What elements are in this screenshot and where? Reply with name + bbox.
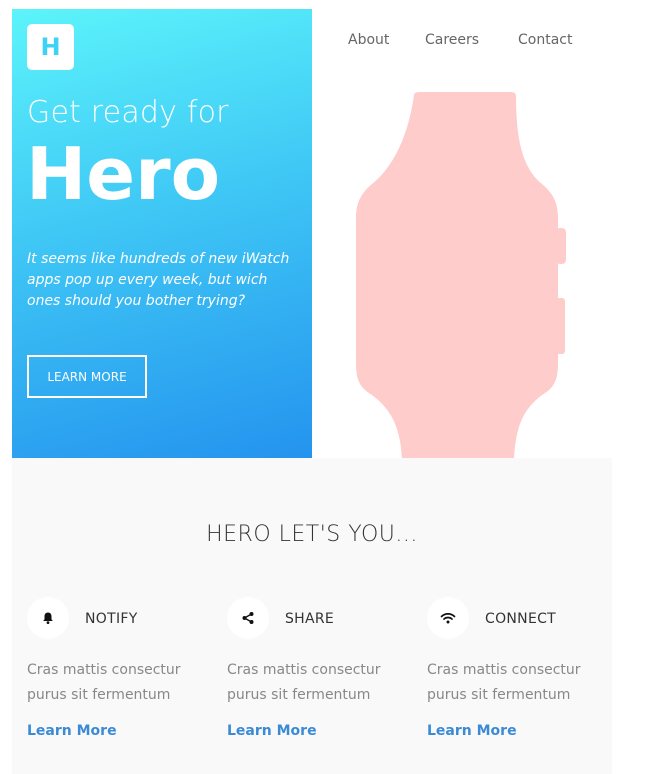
hero-description: It seems like hundreds of new iWatch app… <box>27 251 290 309</box>
feature-label: SHARE <box>285 611 335 627</box>
nav-contact[interactable]: Contact <box>518 32 572 48</box>
feature-label: NOTIFY <box>85 611 138 627</box>
bell-icon <box>27 597 69 639</box>
features-section: HERO LET'S YOU... NOTIFY Cras mattis con… <box>12 458 612 774</box>
hero-panel: H Get ready for Hero It seems like hundr… <box>12 9 312 458</box>
hero-pretitle: Get ready for <box>27 95 229 130</box>
features-title: HERO LET'S YOU... <box>206 522 418 547</box>
watch-body <box>356 92 558 458</box>
feature-learn-more-link[interactable]: Learn More <box>27 723 117 739</box>
learn-more-button[interactable]: LEARN MORE <box>27 355 147 398</box>
wifi-icon <box>427 597 469 639</box>
nav-about[interactable]: About <box>348 32 389 48</box>
feature-text: Cras mattis consectur purus sit fermentu… <box>427 662 581 703</box>
share-icon <box>227 597 269 639</box>
watch-illustration <box>356 92 566 458</box>
feature-learn-more-link[interactable]: Learn More <box>427 723 517 739</box>
watch-crown <box>556 228 566 264</box>
nav-careers[interactable]: Careers <box>425 32 479 48</box>
feature-text: Cras mattis consectur purus sit fermentu… <box>27 662 181 703</box>
hero-title: Hero <box>26 132 221 216</box>
watch-button <box>556 298 565 354</box>
feature-label: CONNECT <box>485 611 557 627</box>
feature-learn-more-link[interactable]: Learn More <box>227 723 317 739</box>
feature-text: Cras mattis consectur purus sit fermentu… <box>227 662 381 703</box>
top-nav: About Careers Contact <box>0 32 646 52</box>
page: H Get ready for Hero It seems like hundr… <box>0 0 646 774</box>
